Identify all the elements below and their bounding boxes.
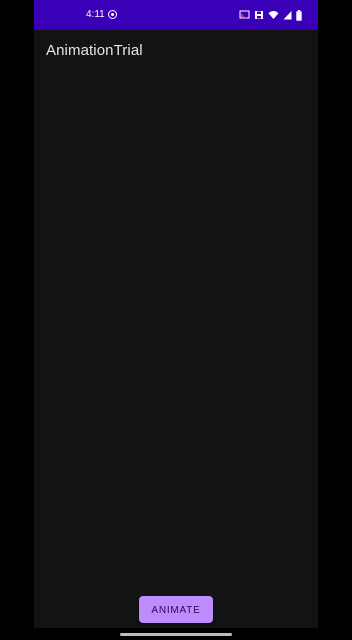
status-bar: 4:11: [34, 0, 318, 30]
home-indicator[interactable]: [120, 633, 232, 636]
record-indicator-icon: [108, 10, 117, 19]
status-time: 4:11: [86, 9, 105, 20]
battery-icon: [296, 9, 302, 21]
phone-screen: 4:11 AnimationTrial ANIMATE: [34, 0, 318, 640]
status-icons: [239, 9, 302, 21]
navigation-bar: [34, 628, 318, 640]
signal-icon: [283, 10, 292, 20]
cast-icon: [239, 10, 250, 20]
save-icon: [254, 10, 264, 20]
wifi-icon: [268, 10, 279, 20]
app-content: AnimationTrial ANIMATE: [34, 30, 318, 628]
page-title: AnimationTrial: [46, 42, 143, 59]
animate-button[interactable]: ANIMATE: [139, 596, 213, 623]
